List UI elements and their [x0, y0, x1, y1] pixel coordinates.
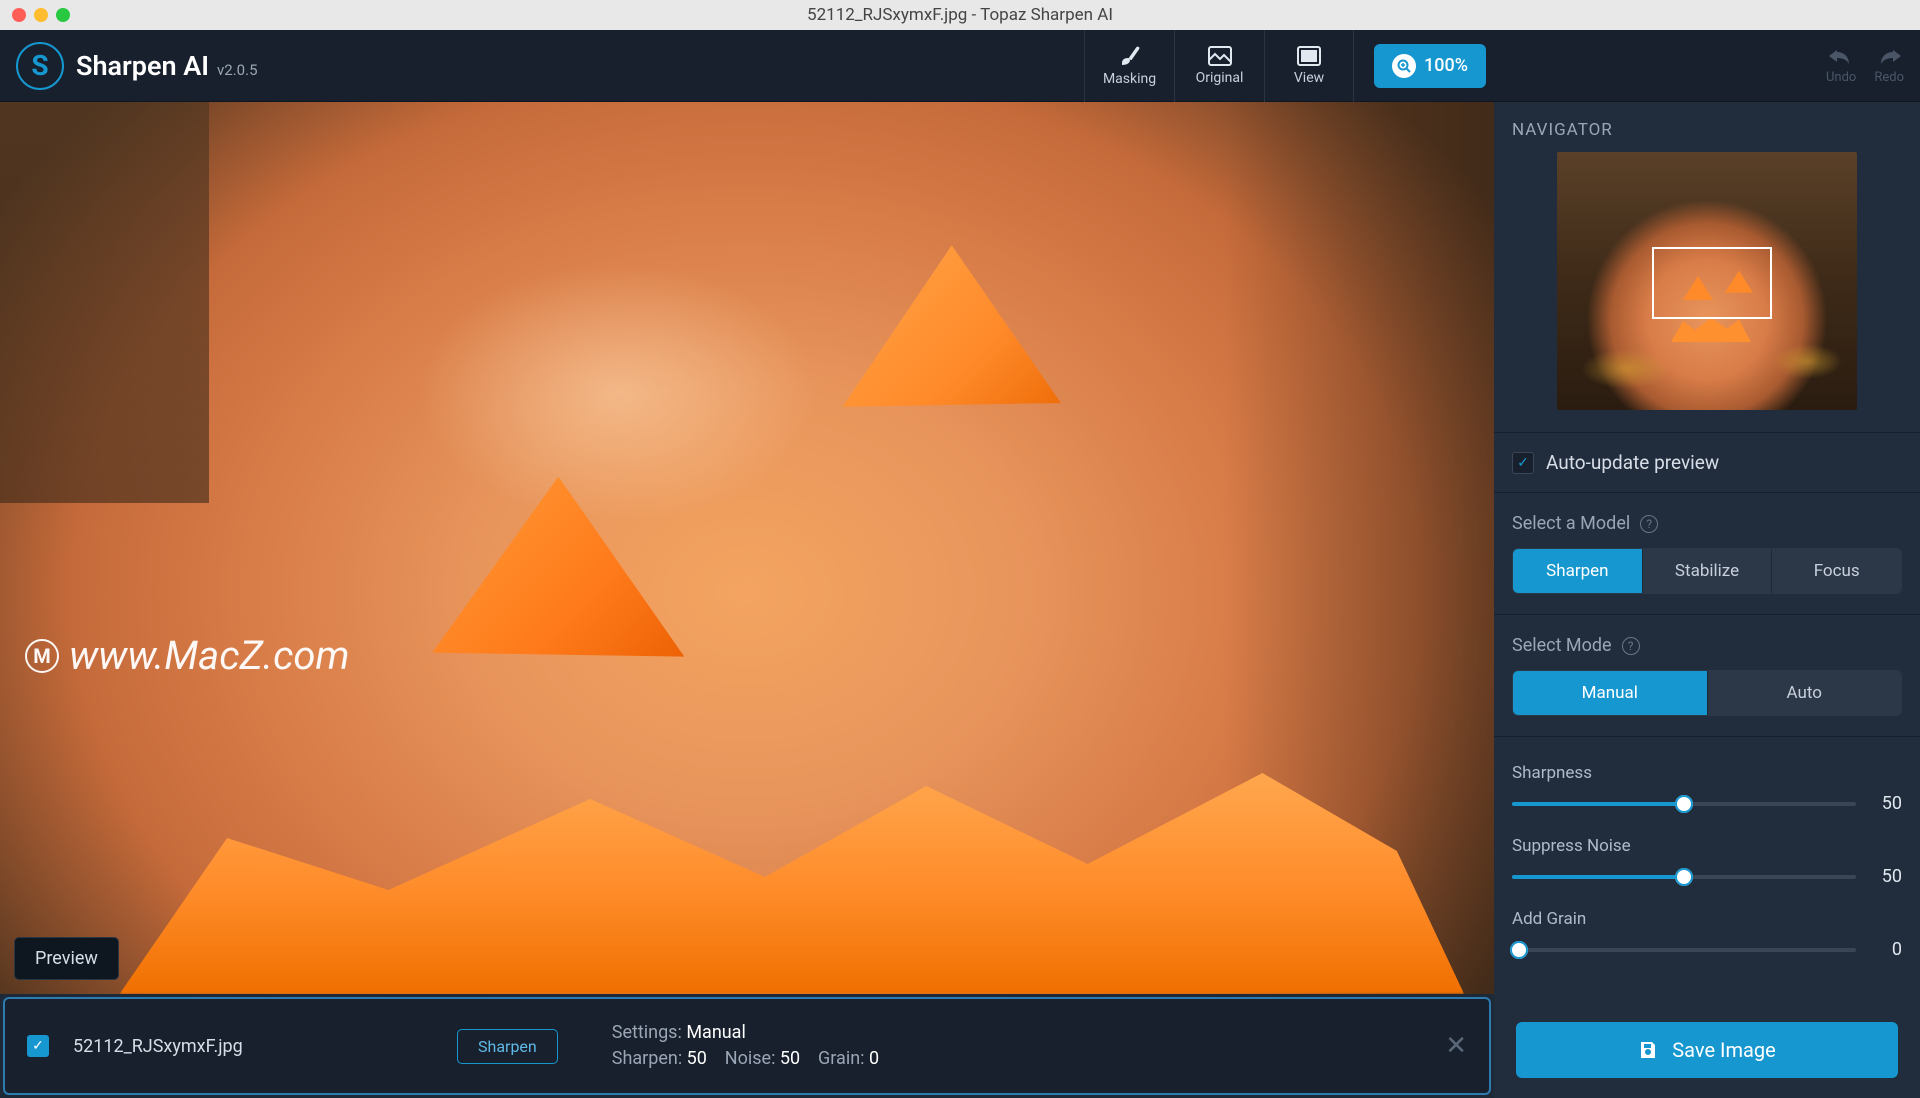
maximize-window-icon[interactable] [56, 8, 70, 22]
close-window-icon[interactable] [12, 8, 26, 22]
mode-manual-button[interactable]: Manual [1513, 671, 1707, 715]
mode-segmented: Manual Auto [1512, 670, 1902, 716]
undo-label: Undo [1826, 70, 1856, 85]
view-icon [1297, 46, 1321, 66]
auto-update-label: Auto-update preview [1546, 451, 1719, 474]
settings-mode-value: Manual [686, 1022, 746, 1043]
sharpness-label: Sharpness [1512, 763, 1902, 783]
navigator-title: NAVIGATOR [1512, 120, 1902, 140]
canvas-area: M www.MacZ.com Preview ✓ 52112_RJSxymxF.… [0, 102, 1494, 1098]
noise-value: 50 [780, 1048, 800, 1069]
preview-button[interactable]: Preview [14, 937, 119, 980]
sliders-section: Sharpness 50 Suppress Noise 50 [1494, 737, 1920, 1008]
undo-button[interactable]: Undo [1826, 46, 1856, 85]
app-toolbar: S Sharpen AI v2.0.5 Masking Original Vie… [0, 30, 1920, 102]
minimize-window-icon[interactable] [34, 8, 48, 22]
help-icon[interactable]: ? [1622, 637, 1640, 655]
suppress-noise-label: Suppress Noise [1512, 836, 1902, 856]
file-close-button[interactable]: ✕ [1445, 1031, 1467, 1061]
navigator-viewport[interactable] [1652, 247, 1772, 319]
window-title: 52112_RJSxymxF.jpg - Topaz Sharpen AI [807, 5, 1113, 25]
sharpen-label: Sharpen: [612, 1048, 682, 1069]
settings-label: Settings: [612, 1022, 682, 1043]
app-logo-icon: S [16, 42, 64, 90]
view-label: View [1294, 70, 1324, 86]
auto-update-checkbox[interactable]: ✓ [1512, 452, 1534, 474]
model-stabilize-button[interactable]: Stabilize [1642, 549, 1772, 593]
image-preview[interactable]: M www.MacZ.com Preview [0, 102, 1494, 994]
noise-label: Noise: [725, 1048, 776, 1069]
sharpness-slider[interactable] [1512, 802, 1856, 806]
zoom-level: 100% [1424, 55, 1468, 76]
file-settings: Settings: Manual Sharpen: 50 Noise: 50 G… [612, 1020, 879, 1072]
sharpness-slider-block: Sharpness 50 [1512, 759, 1902, 832]
masking-button[interactable]: Masking [1084, 30, 1174, 102]
suppress-noise-value: 50 [1874, 866, 1902, 887]
app-name: Sharpen AI [76, 50, 209, 82]
add-grain-slider[interactable] [1512, 948, 1856, 952]
app-brand: S Sharpen AI v2.0.5 [16, 42, 258, 90]
grain-label: Grain: [818, 1048, 864, 1069]
navigator-thumbnail[interactable] [1557, 152, 1857, 410]
redo-icon [1875, 46, 1903, 68]
model-sharpen-button[interactable]: Sharpen [1513, 549, 1642, 593]
select-model-section: Select a Model ? Sharpen Stabilize Focus [1494, 493, 1920, 615]
add-grain-slider-block: Add Grain 0 [1512, 905, 1902, 978]
brush-icon [1118, 45, 1142, 67]
zoom-in-icon [1392, 54, 1416, 78]
image-icon [1208, 46, 1232, 66]
view-button[interactable]: View [1264, 30, 1354, 102]
watermark: M www.MacZ.com [25, 632, 350, 679]
redo-label: Redo [1874, 70, 1904, 85]
save-image-button[interactable]: Save Image [1516, 1022, 1898, 1078]
suppress-noise-slider[interactable] [1512, 875, 1856, 879]
file-strip[interactable]: ✓ 52112_RJSxymxF.jpg Sharpen Settings: M… [3, 997, 1491, 1095]
undo-icon [1827, 46, 1855, 68]
model-focus-button[interactable]: Focus [1771, 549, 1901, 593]
right-sidebar: NAVIGATOR ✓ Auto-update preview Select a… [1494, 102, 1920, 1098]
select-model-label: Select a Model [1512, 513, 1630, 534]
add-grain-label: Add Grain [1512, 909, 1902, 929]
mac-titlebar: 52112_RJSxymxF.jpg - Topaz Sharpen AI [0, 0, 1920, 30]
suppress-noise-slider-block: Suppress Noise 50 [1512, 832, 1902, 905]
file-name: 52112_RJSxymxF.jpg [73, 1036, 433, 1057]
add-grain-value: 0 [1874, 939, 1902, 960]
watermark-badge-icon: M [25, 639, 59, 673]
masking-label: Masking [1103, 71, 1156, 87]
model-segmented: Sharpen Stabilize Focus [1512, 548, 1902, 594]
zoom-button[interactable]: 100% [1374, 44, 1486, 88]
watermark-text: www.MacZ.com [69, 632, 350, 679]
grain-value: 0 [869, 1048, 879, 1069]
file-checkbox[interactable]: ✓ [27, 1035, 49, 1057]
save-icon [1638, 1040, 1658, 1060]
help-icon[interactable]: ? [1640, 515, 1658, 533]
select-mode-label: Select Mode [1512, 635, 1612, 656]
mode-auto-button[interactable]: Auto [1707, 671, 1902, 715]
file-model-badge: Sharpen [457, 1029, 558, 1064]
app-version: v2.0.5 [217, 61, 257, 79]
original-label: Original [1196, 70, 1244, 86]
redo-button[interactable]: Redo [1874, 46, 1904, 85]
select-mode-section: Select Mode ? Manual Auto [1494, 615, 1920, 737]
original-button[interactable]: Original [1174, 30, 1264, 102]
save-image-label: Save Image [1672, 1038, 1775, 1062]
navigator-section: NAVIGATOR [1494, 102, 1920, 433]
sharpness-value: 50 [1874, 793, 1902, 814]
sharpen-value: 50 [687, 1048, 707, 1069]
auto-update-row: ✓ Auto-update preview [1494, 433, 1920, 493]
